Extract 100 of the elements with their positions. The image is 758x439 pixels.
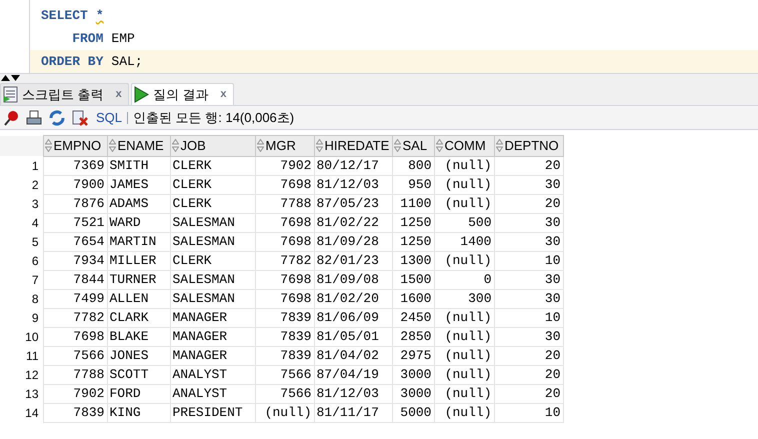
table-cell: FORD xyxy=(107,384,170,403)
table-cell: 7698 xyxy=(255,175,314,194)
table-cell: 3000 xyxy=(392,384,434,403)
table-cell: 30 xyxy=(494,175,563,194)
table-cell: 500 xyxy=(434,213,494,232)
table-cell: CLERK xyxy=(170,156,255,175)
row-number: 4 xyxy=(0,213,43,232)
table-cell: 30 xyxy=(494,327,563,346)
table-cell: 7844 xyxy=(43,270,107,289)
table-cell: BLAKE xyxy=(107,327,170,346)
table-cell: 30 xyxy=(494,289,563,308)
table-cell: 7654 xyxy=(43,232,107,251)
table-cell: (null) xyxy=(434,403,494,422)
table-cell: 82/01/23 xyxy=(314,251,392,270)
table-cell: ANALYST xyxy=(170,384,255,403)
sort-icon xyxy=(436,139,442,152)
printer-icon[interactable] xyxy=(25,108,43,126)
column-header[interactable]: MGR xyxy=(255,136,314,156)
table-cell: 1250 xyxy=(392,213,434,232)
table-cell: 81/12/03 xyxy=(314,175,392,194)
table-cell: 950 xyxy=(392,175,434,194)
table-cell: 20 xyxy=(494,365,563,384)
table-cell: (null) xyxy=(434,251,494,270)
table-cell: KING xyxy=(107,403,170,422)
refresh-icon[interactable] xyxy=(48,108,66,126)
table-cell: 3000 xyxy=(392,365,434,384)
table-cell: 7566 xyxy=(255,365,314,384)
table-cell: 81/12/03 xyxy=(314,384,392,403)
document-icon xyxy=(3,86,18,103)
table-cell: 81/02/20 xyxy=(314,289,392,308)
row-number: 14 xyxy=(0,403,43,422)
sql-keyword: SELECT xyxy=(41,6,88,25)
result-tab[interactable]: 스크립트 출력 x xyxy=(0,83,129,105)
column-header[interactable]: DEPTNO xyxy=(494,136,563,156)
table-cell: JONES xyxy=(107,346,170,365)
table-cell: 30 xyxy=(494,213,563,232)
table-cell: (null) xyxy=(434,175,494,194)
table-cell: 81/11/17 xyxy=(314,403,392,422)
row-number: 7 xyxy=(0,270,43,289)
table-cell: (null) xyxy=(434,346,494,365)
column-header[interactable]: ENAME xyxy=(107,136,170,156)
table-cell: PRESIDENT xyxy=(170,403,255,422)
table-cell: 7698 xyxy=(255,213,314,232)
close-button[interactable]: x xyxy=(116,86,122,103)
column-header[interactable]: COMM xyxy=(434,136,494,156)
table-cell: CLERK xyxy=(170,194,255,213)
row-number: 10 xyxy=(0,327,43,346)
table-cell: 7698 xyxy=(255,232,314,251)
pin-icon[interactable] xyxy=(2,108,20,126)
result-tab[interactable]: 질의 결과 x xyxy=(130,83,234,105)
table-cell: (null) xyxy=(434,327,494,346)
table-cell: 7782 xyxy=(255,251,314,270)
row-number: 5 xyxy=(0,232,43,251)
table-cell: 7876 xyxy=(43,194,107,213)
table-cell: MANAGER xyxy=(170,346,255,365)
table-cell: 7566 xyxy=(43,346,107,365)
sql-link[interactable]: SQL xyxy=(96,108,122,128)
table-cell: 5000 xyxy=(392,403,434,422)
table-cell: (null) xyxy=(434,365,494,384)
row-number: 11 xyxy=(0,346,43,365)
table-cell: 7566 xyxy=(255,384,314,403)
column-header[interactable]: HIREDATE xyxy=(314,136,392,156)
table-cell: 7839 xyxy=(255,308,314,327)
table-cell: 81/02/22 xyxy=(314,213,392,232)
close-button[interactable]: x xyxy=(220,86,226,103)
column-header[interactable]: EMPNO xyxy=(43,136,107,156)
table-cell: 2450 xyxy=(392,308,434,327)
table-cell: 800 xyxy=(392,156,434,175)
table-cell: 81/06/09 xyxy=(314,308,392,327)
table-cell: MILLER xyxy=(107,251,170,270)
table-cell: 7782 xyxy=(43,308,107,327)
sort-icon xyxy=(44,139,52,152)
table-cell: JAMES xyxy=(107,175,170,194)
table-cell: SALESMAN xyxy=(170,213,255,232)
sort-icon xyxy=(394,139,400,152)
document-delete-icon[interactable] xyxy=(71,108,89,126)
table-cell: 20 xyxy=(494,346,563,365)
table-cell: 20 xyxy=(494,384,563,403)
table-cell: SCOTT xyxy=(107,365,170,384)
table-cell: 81/09/28 xyxy=(314,232,392,251)
table-cell: 7900 xyxy=(43,175,107,194)
play-icon xyxy=(134,86,149,103)
table-cell: (null) xyxy=(434,194,494,213)
table-cell: MANAGER xyxy=(170,327,255,346)
table-cell: 1100 xyxy=(392,194,434,213)
table-cell: 7698 xyxy=(43,327,107,346)
table-cell: ALLEN xyxy=(107,289,170,308)
sql-keyword: FROM xyxy=(71,30,104,48)
column-header[interactable]: SAL xyxy=(392,136,434,156)
table-cell: (null) xyxy=(255,403,314,422)
column-header[interactable]: JOB xyxy=(170,136,255,156)
table-cell: 7698 xyxy=(255,270,314,289)
table-cell: 300 xyxy=(434,289,494,308)
sort-icon xyxy=(172,139,178,152)
table-cell: CLARK xyxy=(107,308,170,327)
table-cell: (null) xyxy=(434,384,494,403)
row-number: 6 xyxy=(0,251,43,270)
table-cell: 7902 xyxy=(43,384,107,403)
row-number: 3 xyxy=(0,194,43,213)
table-cell: 7788 xyxy=(43,365,107,384)
